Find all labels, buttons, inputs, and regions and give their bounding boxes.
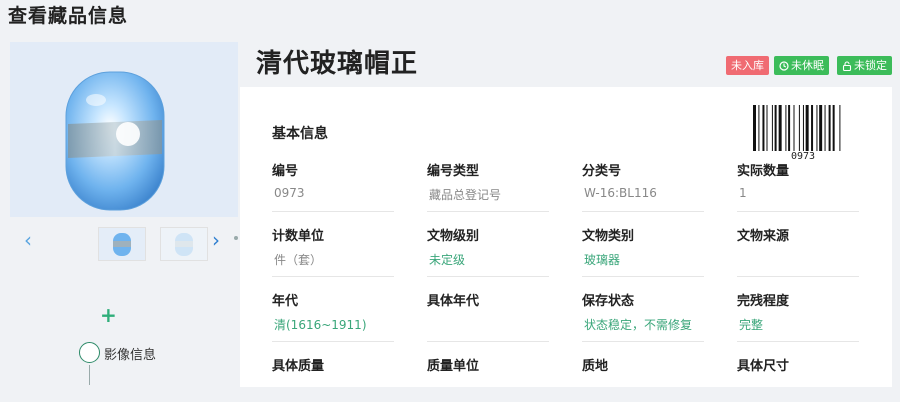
field-value: 0973 [274, 186, 305, 200]
field-era: 年代 清(1616~1911) [272, 290, 394, 342]
artifact-photo [10, 42, 238, 217]
thumbnail-photo [99, 228, 145, 260]
lock-status-badge: 未锁定 [837, 56, 892, 75]
timeline-item-image-info[interactable]: 影像信息 [104, 344, 156, 363]
field-divider [427, 341, 549, 342]
field-label: 文物来源 [737, 229, 790, 244]
storage-status-badge: 未入库 [726, 56, 769, 75]
field-label: 完残程度 [737, 294, 790, 309]
thumbnail-1[interactable] [98, 227, 146, 261]
field-divider [737, 341, 859, 342]
next-arrow-icon[interactable]: › [212, 228, 220, 252]
badge-label: 未休眠 [791, 59, 824, 72]
field-relic-source: 文物来源 [737, 225, 859, 277]
field-specific-mass: 具体质量 [272, 355, 394, 402]
field-specific-era: 具体年代 [427, 290, 549, 342]
field-divider [582, 276, 704, 277]
field-value: W-16:BL116 [584, 186, 657, 200]
field-label: 保存状态 [582, 294, 635, 309]
field-relic-level: 文物级别 未定级 [427, 225, 549, 277]
clock-icon [779, 61, 789, 71]
field-divider [737, 211, 859, 212]
field-divider [272, 211, 394, 212]
timeline-node-icon [79, 342, 100, 363]
field-number: 编号 0973 [272, 160, 394, 212]
field-label: 质地 [582, 359, 609, 374]
field-relic-category: 文物类别 玻璃器 [582, 225, 704, 277]
field-value: 未定级 [429, 253, 466, 267]
field-label: 分类号 [582, 164, 622, 179]
thumbnail-photo [161, 228, 207, 260]
field-value: 完整 [739, 318, 764, 332]
field-label: 具体尺寸 [737, 359, 790, 374]
dormancy-status-badge: 未休眠 [774, 56, 829, 75]
field-value: 状态稳定，不需修复 [584, 318, 693, 332]
barcode-icon [753, 105, 841, 151]
field-label: 编号类型 [427, 164, 480, 179]
field-label: 编号 [272, 164, 299, 179]
timeline-line [89, 365, 90, 385]
field-value: 藏品总登记号 [429, 188, 502, 202]
field-number-type: 编号类型 藏品总登记号 [427, 160, 549, 212]
artifact-main-image[interactable] [10, 42, 238, 217]
field-label: 具体年代 [427, 294, 480, 309]
field-label: 质量单位 [427, 359, 480, 374]
field-divider [427, 211, 549, 212]
more-dot-icon [234, 236, 238, 240]
add-icon[interactable]: + [100, 305, 117, 325]
field-label: 文物类别 [582, 229, 635, 244]
field-count-unit: 计数单位 件（套） [272, 225, 394, 277]
section-title: 基本信息 [272, 126, 328, 142]
field-value: 玻璃器 [584, 253, 621, 267]
field-label: 实际数量 [737, 164, 790, 179]
relic-title: 清代玻璃帽正 [256, 49, 419, 79]
field-divider [272, 341, 394, 342]
field-completeness: 完残程度 完整 [737, 290, 859, 342]
field-label: 计数单位 [272, 229, 325, 244]
field-specific-size: 具体尺寸 [737, 355, 859, 402]
prev-arrow-icon[interactable]: ‹ [24, 228, 32, 252]
field-label: 文物级别 [427, 229, 480, 244]
field-divider [582, 341, 704, 342]
field-material: 质地 [582, 355, 704, 402]
thumbnail-strip: ‹ › [10, 222, 238, 264]
field-divider [737, 276, 859, 277]
field-value: 件（套） [274, 253, 323, 267]
field-actual-quantity: 实际数量 1 [737, 160, 859, 212]
field-value: 清(1616~1911) [274, 318, 367, 332]
field-label: 年代 [272, 294, 299, 309]
field-divider [272, 276, 394, 277]
field-mass-unit: 质量单位 [427, 355, 549, 402]
badge-label: 未入库 [731, 59, 764, 72]
basic-info-card: 0973 基本信息 编号 0973 编号类型 藏品总登记号 分类号 W-16:B… [240, 87, 892, 387]
unlock-icon [842, 61, 852, 72]
page-title: 查看藏品信息 [8, 5, 129, 27]
field-divider [427, 276, 549, 277]
field-preservation-state: 保存状态 状态稳定，不需修复 [582, 290, 704, 342]
field-label: 具体质量 [272, 359, 325, 374]
field-category-code: 分类号 W-16:BL116 [582, 160, 704, 212]
field-value: 1 [739, 186, 747, 200]
field-divider [582, 211, 704, 212]
badge-label: 未锁定 [854, 59, 887, 72]
thumbnail-2[interactable] [160, 227, 208, 261]
